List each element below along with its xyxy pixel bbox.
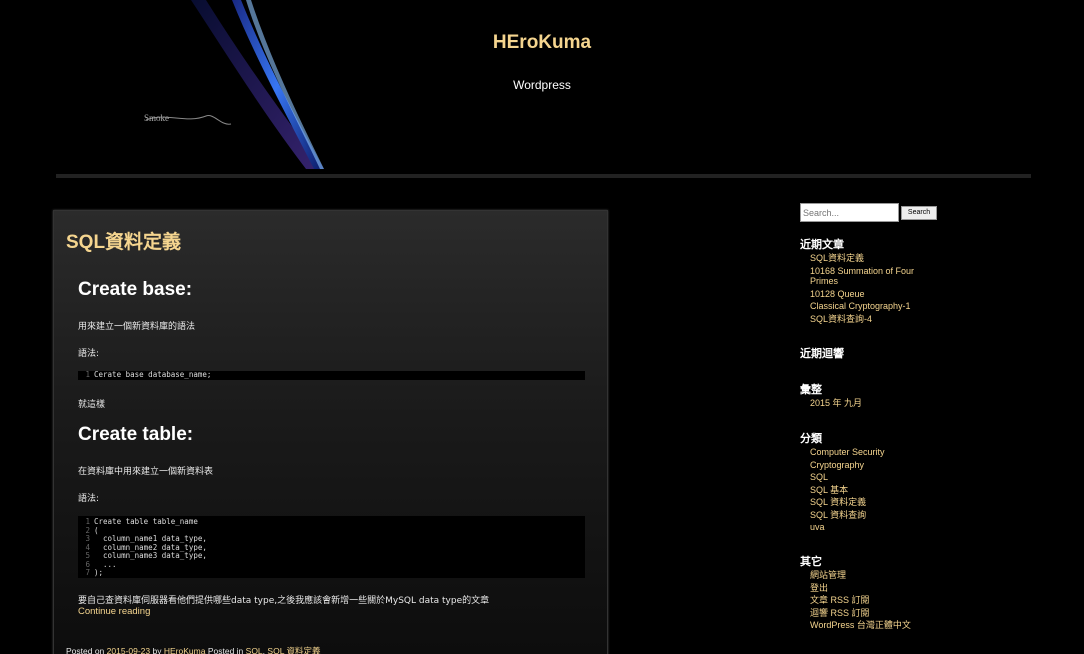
meta-link-site-admin[interactable]: 網站管理	[810, 570, 930, 581]
site-description: Wordpress	[513, 78, 571, 92]
archives-list: 2015 年 九月	[810, 398, 930, 411]
category-link[interactable]: SQL 資料查詢	[810, 510, 930, 521]
archive-link[interactable]: 2015 年 九月	[810, 398, 930, 409]
meta-link-wordpress-tw[interactable]: WordPress 台灣正體中文	[810, 620, 950, 631]
category-link[interactable]: SQL 基本	[810, 485, 930, 496]
code-line: 1 Cerate base database_name;	[85, 370, 212, 379]
recent-post-link[interactable]: SQL資料查詢-4	[810, 314, 930, 325]
code-line: 1 Create table table_name	[85, 517, 198, 526]
post-title[interactable]: SQL資料定義	[66, 227, 181, 254]
meta-link-comments-rss[interactable]: 迴響 RSS 訂閱	[810, 608, 930, 619]
recent-post-link[interactable]: SQL資料定義	[810, 253, 930, 264]
recent-posts-list: SQL資料定義 10168 Summation of Four Primes 1…	[810, 253, 930, 326]
category-link[interactable]: SQL 資料定義	[810, 497, 930, 508]
code-block: 1 Create table table_name 2( 3 column_nam…	[78, 516, 585, 578]
post-meta: Posted on 2015-09-23 by HEroKuma Posted …	[66, 646, 321, 654]
category-link[interactable]: uva	[810, 522, 930, 533]
header-divider	[56, 174, 1031, 178]
recent-post-link[interactable]: 10168 Summation of Four Primes	[810, 266, 930, 287]
code-line: 7);	[85, 568, 104, 577]
section-intro: 在資料庫中用來建立一個新資料表	[78, 467, 214, 477]
author-link[interactable]: HEroKuma	[164, 646, 206, 654]
meta-link-logout[interactable]: 登出	[810, 583, 930, 594]
syntax-label: 語法:	[78, 494, 100, 504]
category-link[interactable]: SQL	[810, 472, 930, 483]
code-line: 6 ...	[85, 559, 117, 569]
recent-post-link[interactable]: Classical Cryptography-1	[810, 301, 930, 312]
code-block: 1 Cerate base database_name;	[78, 370, 585, 380]
category-link[interactable]: Computer Security	[810, 447, 930, 458]
code-line: 5 column_name3 data_type,	[85, 551, 207, 560]
meta-link-entries-rss[interactable]: 文章 RSS 訂閱	[810, 595, 930, 606]
widget-title-categories: 分類	[800, 433, 822, 445]
widget-title-archives: 彙整	[800, 384, 822, 396]
category-link[interactable]: Cryptography	[810, 460, 930, 471]
site-header: Smoke HEroKuma Wordpress	[0, 0, 1084, 178]
section-heading-create-base: Create base:	[78, 279, 193, 300]
meta-list: 網站管理 登出 文章 RSS 訂閱 迴響 RSS 訂閱 WordPress 台灣…	[810, 570, 930, 633]
section-intro: 用來建立一個新資料庫的語法	[78, 322, 196, 332]
section-after-text: 要自己查資料庫伺服器看他們提供哪些data type,之後我應該會新增一些關於M…	[78, 596, 490, 606]
section-after-text: 就這樣	[78, 400, 106, 410]
site-title[interactable]: HEroKuma	[0, 32, 1084, 54]
post-date-link[interactable]: 2015-09-23	[107, 646, 150, 654]
search-input[interactable]	[800, 203, 899, 222]
widget-title-recent-comments: 近期迴響	[800, 348, 844, 360]
banner-text: Smoke	[144, 113, 169, 123]
categories-list: Computer Security Cryptography SQL SQL 基…	[810, 447, 930, 535]
recent-post-link[interactable]: 10128 Queue	[810, 289, 930, 300]
category-link-sql-definition[interactable]: SQL 資料定義	[267, 646, 320, 654]
post-article: SQL資料定義 Create base: 用來建立一個新資料庫的語法 語法: 1…	[53, 210, 608, 654]
syntax-label: 語法:	[78, 349, 100, 359]
category-link-sql[interactable]: SQL	[246, 646, 263, 654]
section-heading-create-table: Create table:	[78, 424, 194, 445]
widget-title-meta: 其它	[800, 556, 822, 568]
search-button[interactable]: Search	[901, 206, 937, 220]
widget-title-recent-posts: 近期文章	[800, 239, 844, 251]
continue-reading-link[interactable]: Continue reading	[78, 606, 150, 617]
